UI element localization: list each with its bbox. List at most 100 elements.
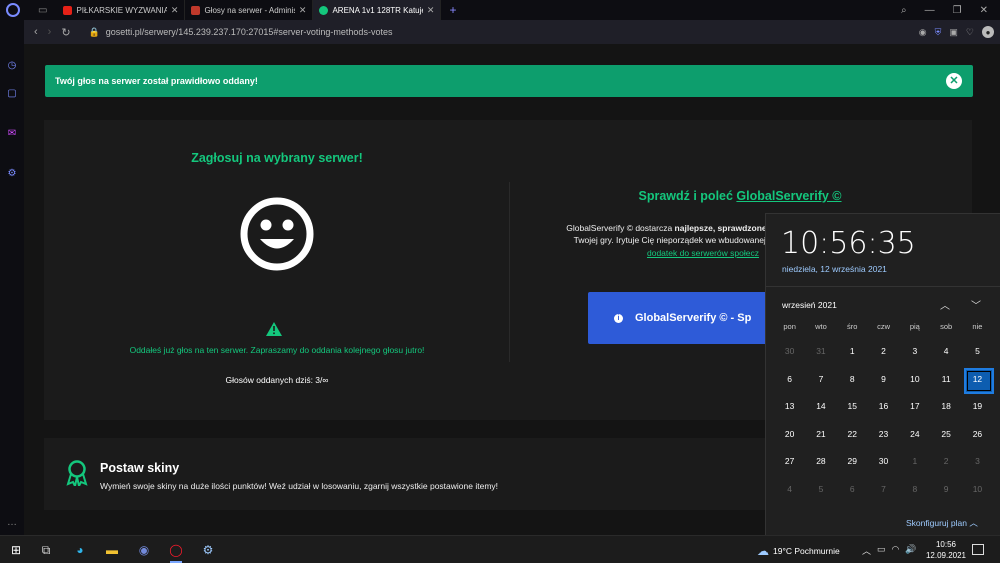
- calendar-day[interactable]: 19: [962, 393, 993, 421]
- back-icon[interactable]: ‹: [34, 26, 38, 38]
- new-tab-icon[interactable]: +: [449, 3, 456, 17]
- close-window-icon[interactable]: ✕: [980, 5, 988, 16]
- calendar-day[interactable]: 8: [899, 476, 930, 504]
- next-month-icon[interactable]: ﹀: [971, 297, 981, 312]
- tab-votes[interactable]: Głosy na serwer - Administ ✕: [185, 0, 314, 20]
- calendar-day[interactable]: 2: [930, 448, 961, 476]
- restore-icon[interactable]: ❐: [953, 5, 962, 16]
- calendar-day[interactable]: 26: [962, 421, 993, 449]
- window-controls: ⌕ — ❐ ✕: [901, 0, 1000, 20]
- calendar-day[interactable]: 11: [930, 366, 961, 394]
- calendar-day[interactable]: 7: [805, 366, 836, 394]
- url-field[interactable]: gosetti.pl/serwery/145.239.237.170:27015…: [106, 27, 393, 37]
- calendar-day[interactable]: 24: [899, 421, 930, 449]
- volume-icon[interactable]: 🔊: [905, 544, 916, 557]
- calendar-day[interactable]: 2: [868, 338, 899, 366]
- gs-title-link[interactable]: GlobalServerify ©: [736, 189, 841, 203]
- more-icon[interactable]: …: [6, 517, 18, 529]
- taskbar-clock[interactable]: 10:56 12.09.2021: [922, 539, 970, 561]
- previous-month-icon[interactable]: ︿: [940, 297, 950, 312]
- task-view-icon[interactable]: ⧉: [38, 542, 54, 558]
- calendar-day[interactable]: 9: [868, 366, 899, 394]
- calendar-day[interactable]: 10: [962, 476, 993, 504]
- calendar-day-today[interactable]: 12: [962, 366, 995, 393]
- calendar-day[interactable]: 6: [837, 476, 868, 504]
- opera-taskbar-icon[interactable]: ◯: [168, 542, 184, 563]
- calendar-month[interactable]: wrzesień 2021: [782, 300, 837, 310]
- settings-gear-icon[interactable]: ⚙: [6, 168, 18, 180]
- day-number: 16: [878, 401, 889, 411]
- calendar-day[interactable]: 21: [805, 421, 836, 449]
- calendar-day[interactable]: 8: [837, 366, 868, 394]
- opera-logo-icon[interactable]: [6, 3, 20, 17]
- calendar-day[interactable]: 20: [774, 421, 805, 449]
- calendar-day[interactable]: 5: [805, 476, 836, 504]
- forward-icon[interactable]: ›: [48, 26, 52, 38]
- wifi-icon[interactable]: ◠: [892, 544, 900, 557]
- tab-arena[interactable]: ARENA 1v1 128TR Katujem ✕: [313, 0, 442, 20]
- calendar-day[interactable]: 4: [774, 476, 805, 504]
- calendar-day[interactable]: 25: [930, 421, 961, 449]
- clock-time: 10:56:35: [781, 226, 916, 261]
- camera-icon[interactable]: ◉: [919, 27, 927, 38]
- calendar-day[interactable]: 28: [805, 448, 836, 476]
- reload-icon[interactable]: ↻: [61, 26, 70, 39]
- gs-addon-link[interactable]: dodatek do serwerów społecz: [647, 248, 759, 258]
- battery-icon[interactable]: ▭: [877, 544, 886, 557]
- discord-icon[interactable]: ◉: [136, 542, 152, 558]
- calendar-day[interactable]: 10: [899, 366, 930, 394]
- calendar-day[interactable]: 22: [837, 421, 868, 449]
- calendar-day[interactable]: 23: [868, 421, 899, 449]
- award-ribbon-icon: [66, 460, 88, 486]
- calendar-day[interactable]: 13: [774, 393, 805, 421]
- heart-icon[interactable]: ♡: [966, 27, 974, 38]
- bag-icon[interactable]: ▢: [6, 88, 18, 100]
- weekday-label: wto: [815, 322, 827, 331]
- speed-dial-icon[interactable]: ◷: [6, 60, 18, 72]
- calendar-day[interactable]: 1: [837, 338, 868, 366]
- calendar-day[interactable]: 27: [774, 448, 805, 476]
- profile-avatar-icon[interactable]: ●: [982, 26, 994, 38]
- day-number: 1: [912, 456, 918, 466]
- weather-widget[interactable]: ☁ 19°C Pochmurnie: [757, 544, 840, 558]
- edge-browser-icon[interactable]: ◕: [72, 542, 88, 558]
- calendar-day[interactable]: 4: [930, 338, 961, 366]
- extensions-icon[interactable]: ▣: [949, 27, 958, 38]
- calendar-day[interactable]: 9: [930, 476, 961, 504]
- calendar-day[interactable]: 15: [837, 393, 868, 421]
- calendar-day[interactable]: 6: [774, 366, 805, 394]
- calendar-day[interactable]: 17: [899, 393, 930, 421]
- close-alert-icon[interactable]: ✕: [946, 73, 962, 89]
- calendar-day[interactable]: 18: [930, 393, 961, 421]
- calendar-day[interactable]: 3: [962, 448, 993, 476]
- calendar-day[interactable]: 29: [837, 448, 868, 476]
- full-date-link[interactable]: niedziela, 12 września 2021: [782, 264, 887, 274]
- calendar-day[interactable]: 3: [899, 338, 930, 366]
- day-number: 18: [941, 401, 951, 411]
- search-icon[interactable]: ⌕: [901, 5, 907, 16]
- notifications-icon[interactable]: [972, 544, 984, 555]
- tab-youtube[interactable]: PIŁKARSKIE WYZWANIA [# ✕: [57, 0, 186, 20]
- calendar-day[interactable]: 31: [805, 338, 836, 366]
- close-tab-icon[interactable]: ✕: [427, 5, 435, 16]
- day-number: 10: [972, 483, 983, 494]
- windows-start-icon[interactable]: ⊞: [8, 542, 24, 558]
- globalserverify-button[interactable]: i GlobalServerify © - Sp: [588, 292, 788, 344]
- close-tab-icon[interactable]: ✕: [299, 5, 307, 16]
- calendar-day[interactable]: 16: [868, 393, 899, 421]
- close-tab-icon[interactable]: ✕: [171, 5, 179, 16]
- configure-plan-link[interactable]: Skonfiguruj plan ︿: [906, 517, 978, 529]
- calendar-day[interactable]: 1: [899, 448, 930, 476]
- calendar-day[interactable]: 5: [962, 338, 993, 366]
- calendar-day[interactable]: 30: [868, 448, 899, 476]
- steam-icon[interactable]: ⚙: [200, 542, 216, 558]
- calendar-day[interactable]: 7: [868, 476, 899, 504]
- calendar-day[interactable]: 14: [805, 393, 836, 421]
- minimize-icon[interactable]: —: [925, 5, 935, 16]
- file-explorer-icon[interactable]: ▬: [104, 542, 120, 558]
- messenger-icon[interactable]: ✉: [6, 128, 18, 140]
- calendar-day[interactable]: 30: [774, 338, 805, 366]
- vpn-shield-icon[interactable]: ⛨: [935, 27, 942, 38]
- tray-chevron-icon[interactable]: ︿: [862, 544, 871, 557]
- workspace-icon[interactable]: ▭: [38, 5, 47, 16]
